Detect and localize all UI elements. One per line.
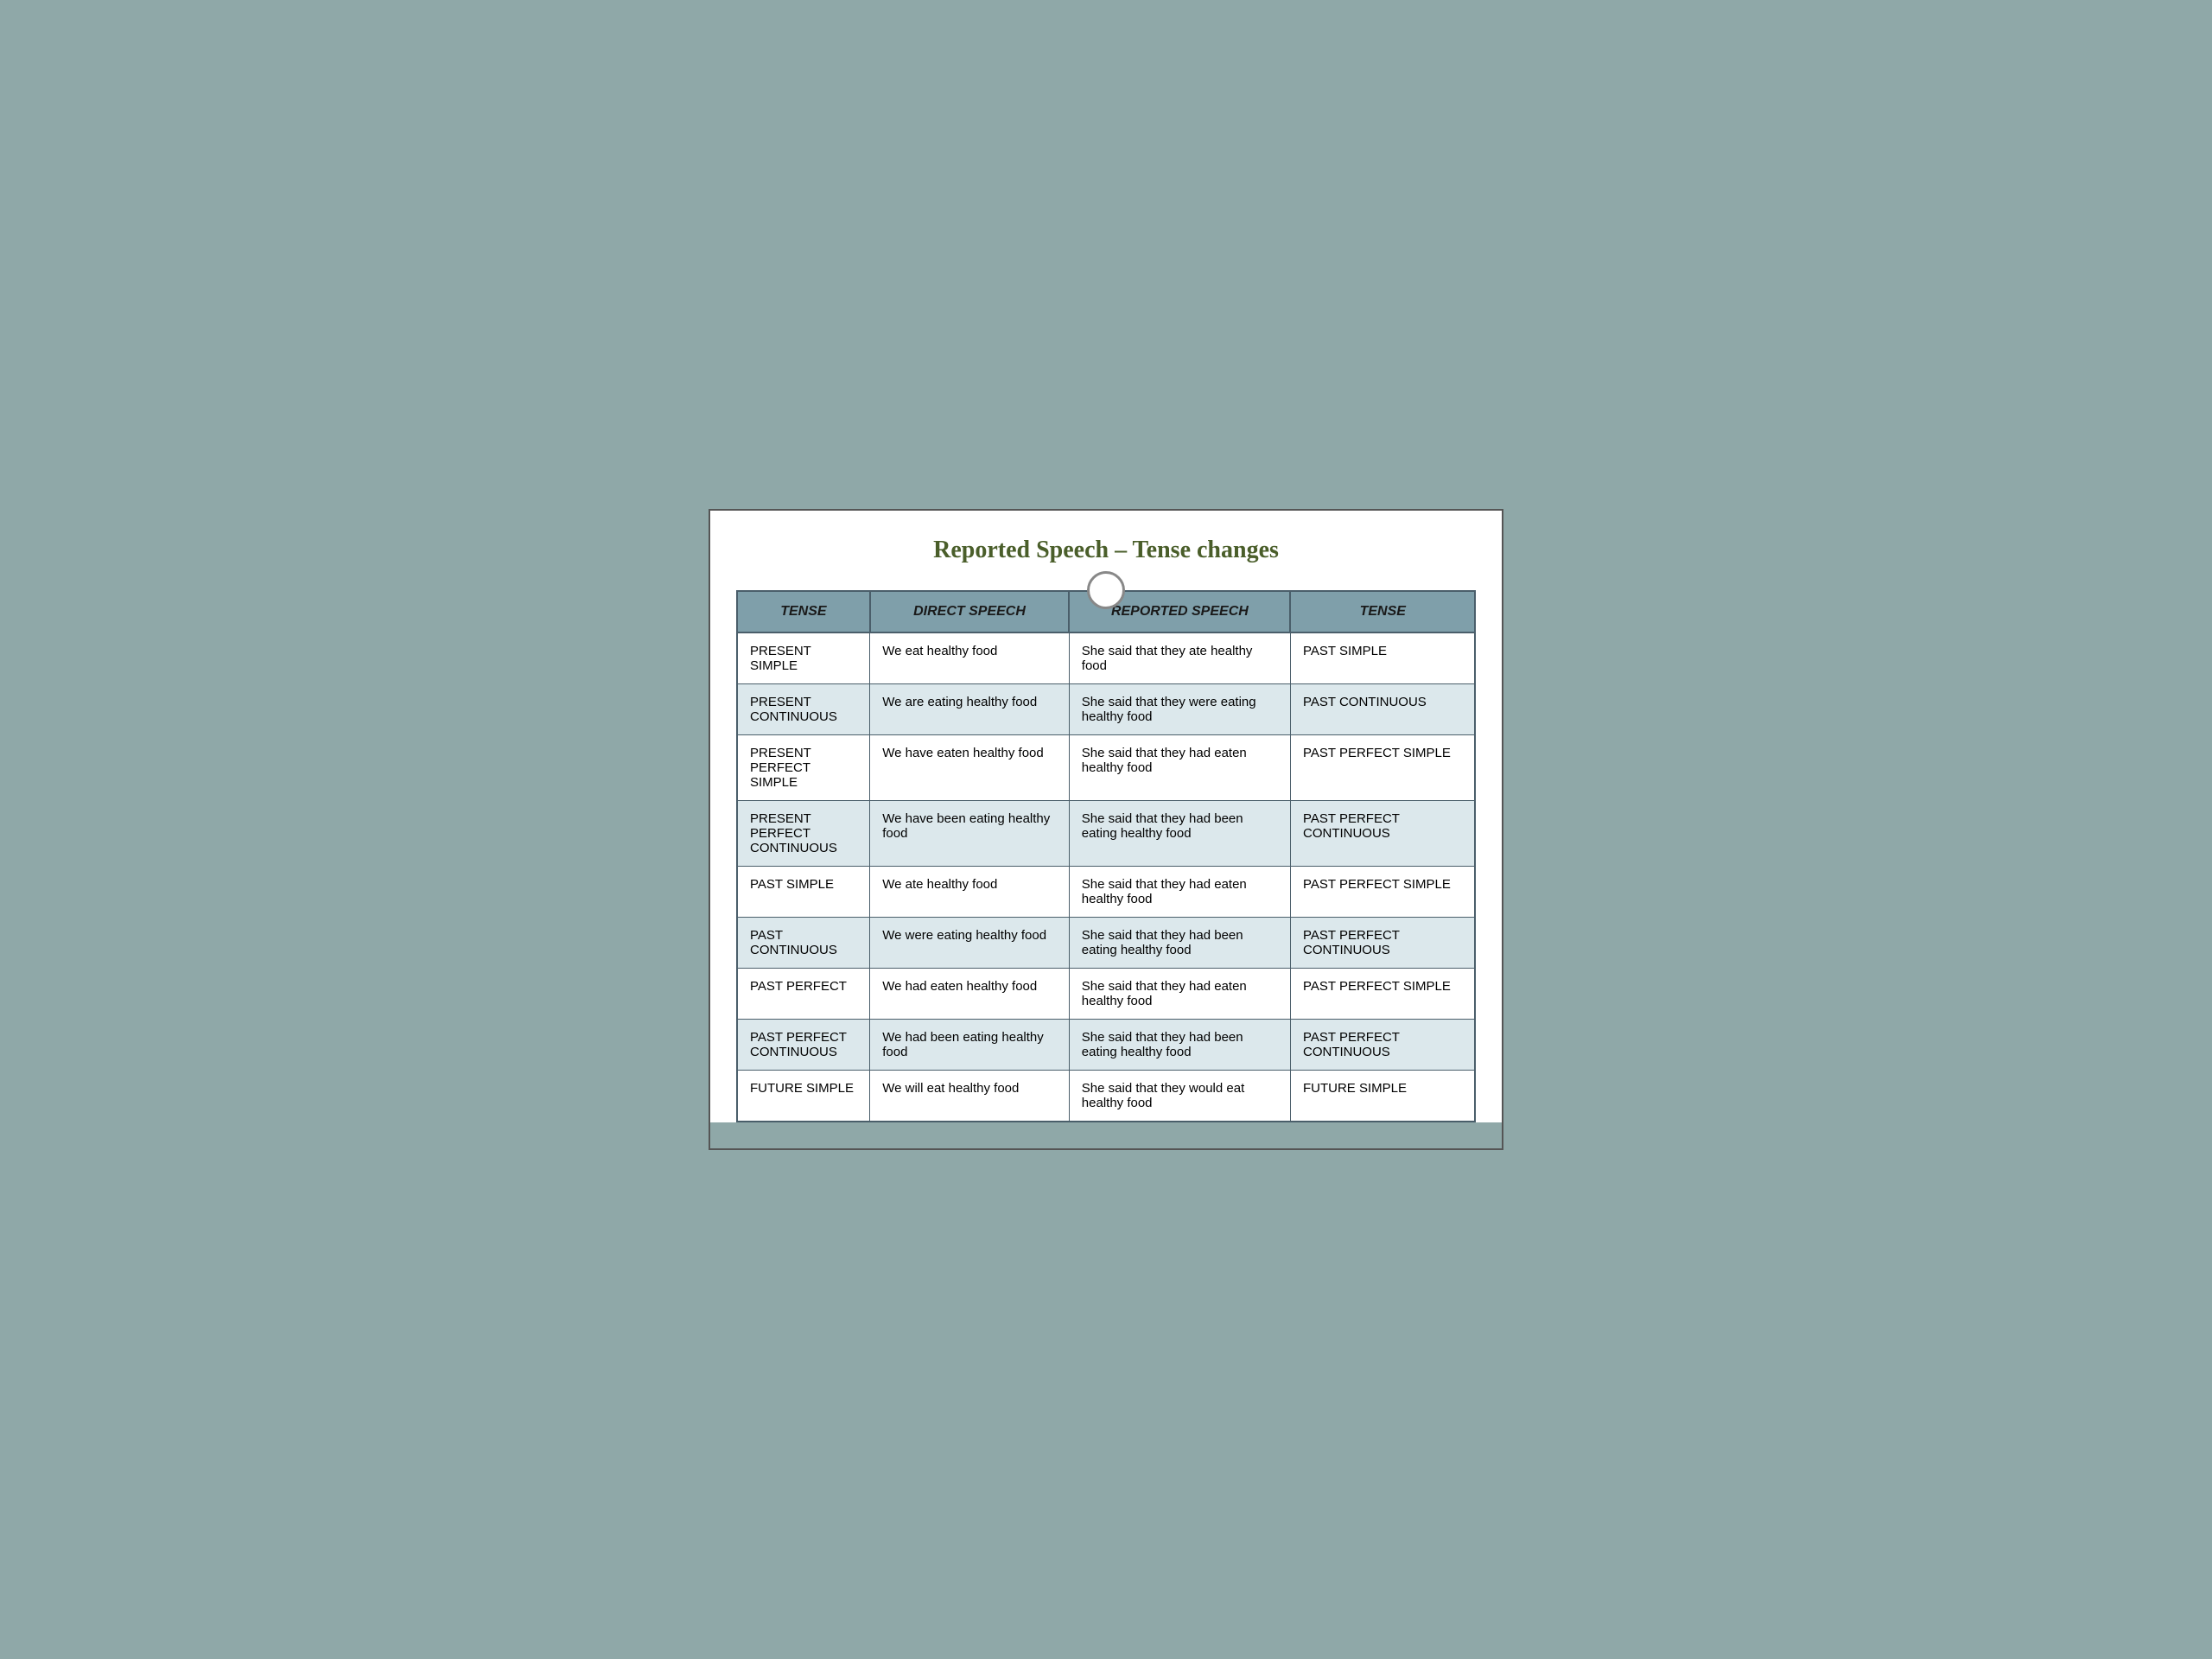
page-title: Reported Speech – Tense changes [736,537,1476,564]
table-row: PAST CONTINUOUSWe were eating healthy fo… [737,918,1475,969]
cell-reported: She said that they had eaten healthy foo… [1069,969,1290,1020]
slide-footer [710,1122,1502,1148]
cell-tense2: PAST PERFECT SIMPLE [1290,969,1475,1020]
table-row: PRESENT PERFECT SIMPLEWe have eaten heal… [737,735,1475,801]
cell-reported: She said that they ate healthy food [1069,632,1290,684]
cell-direct: We eat healthy food [870,632,1070,684]
header-tense2: TENSE [1290,591,1475,632]
cell-direct: We have been eating healthy food [870,801,1070,867]
cell-reported: She said that they had eaten healthy foo… [1069,735,1290,801]
cell-direct: We ate healthy food [870,867,1070,918]
cell-tense: PRESENT PERFECT CONTINUOUS [737,801,870,867]
cell-reported: She said that they would eat healthy foo… [1069,1071,1290,1122]
cell-reported: She said that they had been eating healt… [1069,1020,1290,1071]
cell-tense2: PAST PERFECT CONTINUOUS [1290,918,1475,969]
table-row: PAST SIMPLEWe ate healthy foodShe said t… [737,867,1475,918]
cell-direct: We have eaten healthy food [870,735,1070,801]
table-wrapper: TENSE DIRECT SPEECH REPORTED SPEECH TENS… [736,590,1476,1122]
cell-tense: PAST SIMPLE [737,867,870,918]
table-row: PAST PERFECTWe had eaten healthy foodShe… [737,969,1475,1020]
header-tense: TENSE [737,591,870,632]
cell-tense: PAST PERFECT CONTINUOUS [737,1020,870,1071]
tense-table: TENSE DIRECT SPEECH REPORTED SPEECH TENS… [736,590,1476,1122]
cell-direct: We had been eating healthy food [870,1020,1070,1071]
table-row: PRESENT SIMPLEWe eat healthy foodShe sai… [737,632,1475,684]
slide: Reported Speech – Tense changes TENSE DI… [709,509,1503,1150]
cell-direct: We were eating healthy food [870,918,1070,969]
cell-reported: She said that they were eating healthy f… [1069,684,1290,735]
cell-reported: She said that they had been eating healt… [1069,918,1290,969]
cell-tense: PAST CONTINUOUS [737,918,870,969]
table-row: PRESENT PERFECT CONTINUOUSWe have been e… [737,801,1475,867]
cell-tense: PRESENT PERFECT SIMPLE [737,735,870,801]
cell-tense2: FUTURE SIMPLE [1290,1071,1475,1122]
cell-tense2: PAST PERFECT SIMPLE [1290,867,1475,918]
cell-tense2: PAST PERFECT SIMPLE [1290,735,1475,801]
cell-tense: PRESENT SIMPLE [737,632,870,684]
cell-direct: We are eating healthy food [870,684,1070,735]
cell-tense2: PAST SIMPLE [1290,632,1475,684]
table-body: PRESENT SIMPLEWe eat healthy foodShe sai… [737,632,1475,1122]
cell-direct: We had eaten healthy food [870,969,1070,1020]
cell-tense: PAST PERFECT [737,969,870,1020]
cell-tense2: PAST PERFECT CONTINUOUS [1290,801,1475,867]
cell-tense: FUTURE SIMPLE [737,1071,870,1122]
speech-bubble-decoration [1087,571,1125,609]
table-row: PRESENT CONTINUOUSWe are eating healthy … [737,684,1475,735]
cell-reported: She said that they had been eating healt… [1069,801,1290,867]
header-direct: DIRECT SPEECH [870,591,1070,632]
table-row: PAST PERFECT CONTINUOUSWe had been eatin… [737,1020,1475,1071]
cell-reported: She said that they had eaten healthy foo… [1069,867,1290,918]
cell-tense2: PAST CONTINUOUS [1290,684,1475,735]
cell-tense: PRESENT CONTINUOUS [737,684,870,735]
cell-tense2: PAST PERFECT CONTINUOUS [1290,1020,1475,1071]
table-row: FUTURE SIMPLEWe will eat healthy foodShe… [737,1071,1475,1122]
cell-direct: We will eat healthy food [870,1071,1070,1122]
